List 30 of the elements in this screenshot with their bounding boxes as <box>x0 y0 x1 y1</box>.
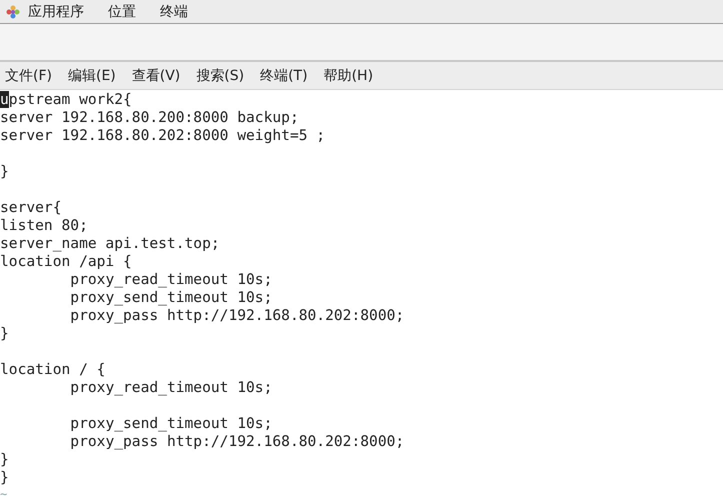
panel-menu[interactable]: 应用程序 <box>28 2 84 20</box>
code-line: proxy_send_timeout 10s; <box>69 289 272 306</box>
code-line: server 192.168.80.200:8000 backup; <box>0 109 299 126</box>
code-line: } <box>0 163 9 180</box>
menu-item[interactable]: 编辑(E) <box>68 66 116 84</box>
code-line: proxy_read_timeout 10s; <box>69 379 272 396</box>
code-line: pstream work2{ <box>8 91 132 108</box>
code-line: server 192.168.80.202:8000 weight=5 ; <box>0 127 326 144</box>
menu-item[interactable]: 终端(T) <box>260 66 308 84</box>
code-line: } <box>0 451 9 468</box>
panel-menu[interactable]: 位置 <box>108 2 136 20</box>
menu-item[interactable]: 帮助(H) <box>324 66 374 84</box>
code-line: server{ <box>0 199 62 216</box>
menu-item[interactable]: 文件(F) <box>5 66 52 84</box>
code-line: location /api { <box>0 253 132 270</box>
menu-item[interactable]: 搜索(S) <box>196 66 244 84</box>
empty-line-marker: ~ <box>0 487 8 501</box>
panel-menu[interactable]: 终端 <box>160 2 188 20</box>
flower-icon[interactable] <box>6 4 20 18</box>
code-line: server_name api.test.top; <box>0 235 220 252</box>
code-line: } <box>0 325 9 342</box>
text-cursor: u <box>0 91 9 108</box>
code-line: proxy_pass http://192.168.80.202:8000; <box>69 307 404 324</box>
code-line: listen 80; <box>0 217 88 234</box>
code-line: proxy_pass http://192.168.80.202:8000; <box>69 433 404 450</box>
code-line: location / { <box>0 361 106 378</box>
code-line: proxy_send_timeout 10s; <box>69 415 272 432</box>
code-line: } <box>0 469 9 486</box>
code-line: proxy_read_timeout 10s; <box>69 271 272 288</box>
menu-item[interactable]: 查看(V) <box>132 66 180 84</box>
